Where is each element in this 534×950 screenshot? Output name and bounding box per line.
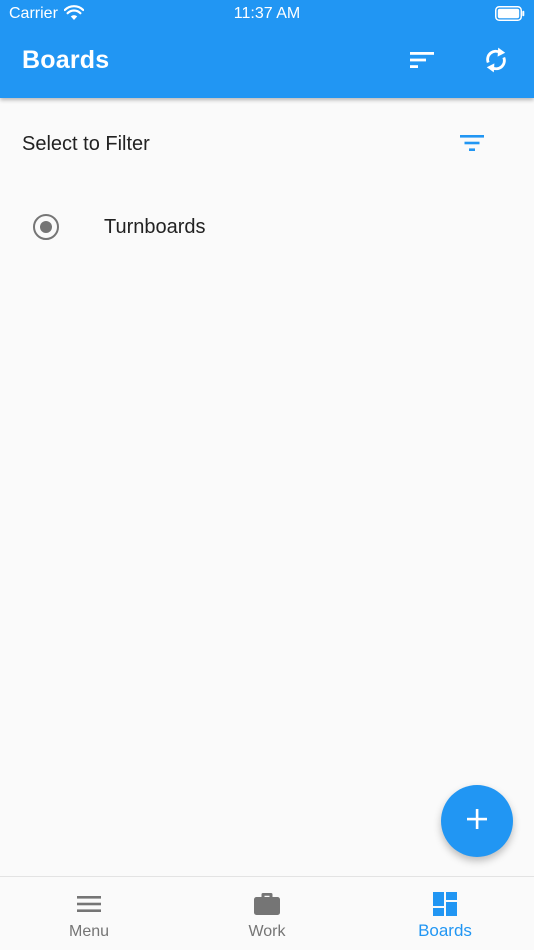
add-board-button[interactable] — [441, 785, 513, 857]
briefcase-icon — [178, 890, 356, 918]
bottom-navigation: Menu Work Boards — [0, 876, 534, 950]
filter-button[interactable] — [452, 127, 492, 163]
nav-label-boards: Boards — [418, 921, 472, 940]
board-radio-button[interactable] — [33, 214, 59, 240]
menu-icon — [0, 890, 178, 918]
status-time: 11:37 AM — [233, 5, 301, 22]
radio-selected-dot — [39, 220, 52, 233]
filter-label: Select to Filter — [22, 133, 150, 155]
page-title: Boards — [22, 46, 110, 74]
status-bar: Carrier 11:37 AM — [0, 0, 534, 28]
nav-item-menu[interactable]: Menu — [0, 877, 178, 950]
filter-list-icon — [459, 133, 485, 158]
sort-button[interactable] — [404, 44, 440, 80]
dashboard-icon — [356, 890, 534, 918]
add-icon — [465, 807, 489, 836]
nav-label-menu: Menu — [68, 923, 110, 940]
app-bar: Carrier 11:37 AM Boards — [0, 0, 534, 98]
sync-button[interactable] — [478, 44, 514, 80]
nav-item-work[interactable]: Work — [178, 877, 356, 950]
filter-row: Select to Filter — [0, 118, 534, 172]
nav-label-work: Work — [248, 923, 286, 940]
nav-item-boards[interactable]: Boards — [356, 877, 534, 950]
battery-icon — [495, 6, 525, 26]
sort-icon — [409, 50, 435, 75]
board-list-item[interactable]: Turnboards — [0, 200, 534, 256]
sync-icon — [484, 46, 508, 79]
board-label: Turnboards — [104, 216, 206, 238]
